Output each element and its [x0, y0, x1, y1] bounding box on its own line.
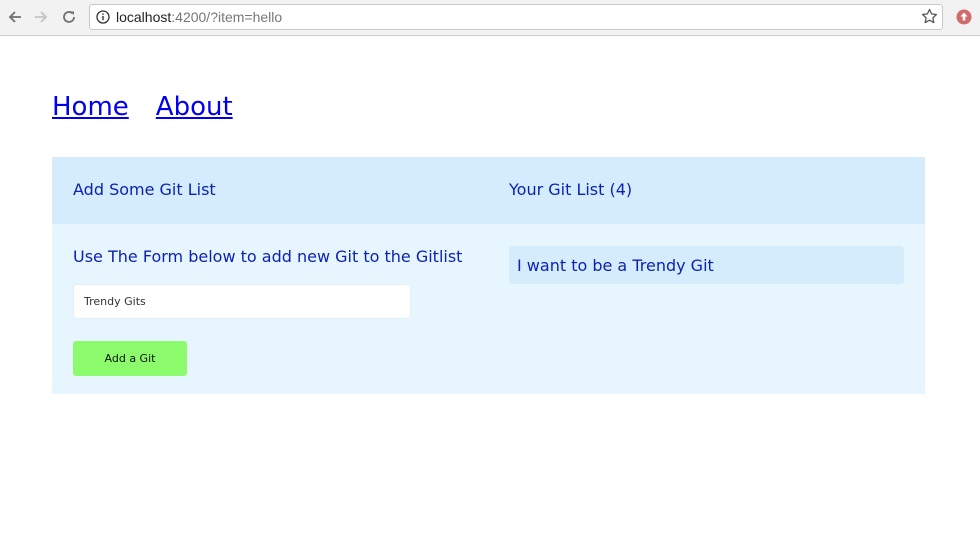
add-git-button[interactable]: Add a Git: [73, 341, 187, 376]
forward-button[interactable]: [30, 6, 52, 28]
forward-icon: [35, 11, 48, 23]
add-heading: Add Some Git List: [73, 180, 216, 199]
page-nav: Home About: [52, 92, 260, 122]
extension-icon[interactable]: [955, 8, 973, 26]
info-icon[interactable]: [96, 10, 110, 24]
url-text[interactable]: localhost:4200/?item=hello: [116, 9, 282, 26]
back-icon: [8, 11, 21, 23]
about-link[interactable]: About: [156, 92, 233, 122]
home-link[interactable]: Home: [52, 92, 129, 122]
reload-icon: [63, 11, 75, 23]
form-instructions: Use The Form below to add new Git to the…: [73, 247, 463, 266]
git-list-item[interactable]: I want to be a Trendy Git: [509, 246, 904, 284]
gitlist-panel: Add Some Git List Your Git List (4) Use …: [52, 157, 925, 394]
panel-header: Add Some Git List Your Git List (4): [52, 157, 925, 224]
list-heading: Your Git List (4): [509, 180, 633, 199]
browser-toolbar: localhost:4200/?item=hello: [0, 0, 980, 36]
url-path: :4200/?item=hello: [171, 9, 283, 25]
git-name-input[interactable]: [73, 284, 411, 319]
back-button[interactable]: [4, 6, 26, 28]
bookmark-star-icon[interactable]: [921, 8, 938, 25]
url-host: localhost: [116, 9, 172, 25]
address-bar[interactable]: localhost:4200/?item=hello: [89, 4, 943, 30]
reload-button[interactable]: [58, 6, 80, 28]
